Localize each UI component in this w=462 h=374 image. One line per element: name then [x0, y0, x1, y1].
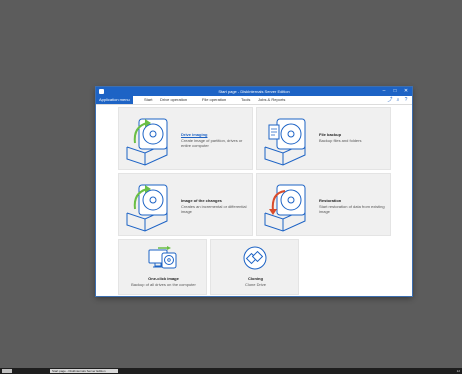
title-bar: Start page - DiskInternals Server Editio… [96, 87, 412, 96]
restoration-icon [264, 184, 306, 232]
file-backup-icon [264, 118, 306, 166]
menu-drive-operation[interactable]: Drive operation [160, 96, 187, 104]
menu-tools[interactable]: Tools [241, 96, 250, 104]
one-click-image-tile[interactable]: One-click image Backup of all drives on … [118, 239, 207, 295]
incremental-image-icon [126, 184, 168, 232]
drive-imaging-icon [126, 118, 168, 166]
search-icon[interactable]: ⌕ [394, 96, 402, 104]
cloning-tile[interactable]: Cloning Clone Drive [210, 239, 299, 295]
start-button[interactable] [2, 369, 12, 373]
help-icon[interactable]: ? [402, 96, 410, 104]
image-of-changes-tile[interactable]: Image of the changes Creates an incremen… [118, 173, 253, 236]
tile-title[interactable]: Image of the changes [181, 198, 222, 203]
one-click-image-icon [148, 246, 177, 269]
tile-title[interactable]: Cloning [211, 276, 300, 281]
taskbar: Start page - DiskInternals Server Editio… [0, 368, 462, 374]
taskbar-clock: 12 [456, 369, 460, 373]
tile-title[interactable]: Drive imaging [181, 132, 207, 137]
menu-file-operation[interactable]: File operation [202, 96, 226, 104]
tile-title[interactable]: One-click image [119, 276, 208, 281]
start-page: Drive imaging Create image of partition,… [96, 105, 412, 296]
menu-start[interactable]: Start [144, 96, 152, 104]
maximize-button[interactable]: □ [390, 87, 400, 96]
menu-bar: Application menu Start Drive operation F… [96, 96, 412, 105]
menu-jobs-reports[interactable]: Jobs & Reports [258, 96, 285, 104]
file-backup-tile[interactable]: File backup Backup files and folders [256, 107, 391, 170]
tile-description: Start restoration of data from existing … [319, 204, 385, 214]
tile-description: Backup of all drives on the computer [131, 282, 196, 287]
cloning-icon [243, 246, 267, 270]
tile-description: Backup files and folders [319, 138, 362, 143]
taskbar-app-button[interactable]: Start page - DiskInternals Server Editio… [50, 369, 118, 373]
restoration-tile[interactable]: Restoration Start restoration of data fr… [256, 173, 391, 236]
tile-title[interactable]: File backup [319, 132, 341, 137]
drive-imaging-tile[interactable]: Drive imaging Create image of partition,… [118, 107, 253, 170]
tile-description: Create image of partition, drives or ent… [181, 138, 243, 148]
minimize-button[interactable]: – [379, 87, 389, 96]
tile-title[interactable]: Restoration [319, 198, 341, 203]
window-title: Start page - DiskInternals Server Editio… [218, 89, 290, 94]
tile-description: Clone Drive [245, 282, 266, 287]
close-button[interactable]: ✕ [401, 87, 411, 96]
tile-description: Creates an incremental or differential i… [181, 204, 247, 214]
share-icon[interactable]: ⤴ [386, 96, 394, 104]
app-window: Start page - DiskInternals Server Editio… [96, 87, 412, 296]
application-menu-button[interactable]: Application menu [96, 96, 133, 104]
